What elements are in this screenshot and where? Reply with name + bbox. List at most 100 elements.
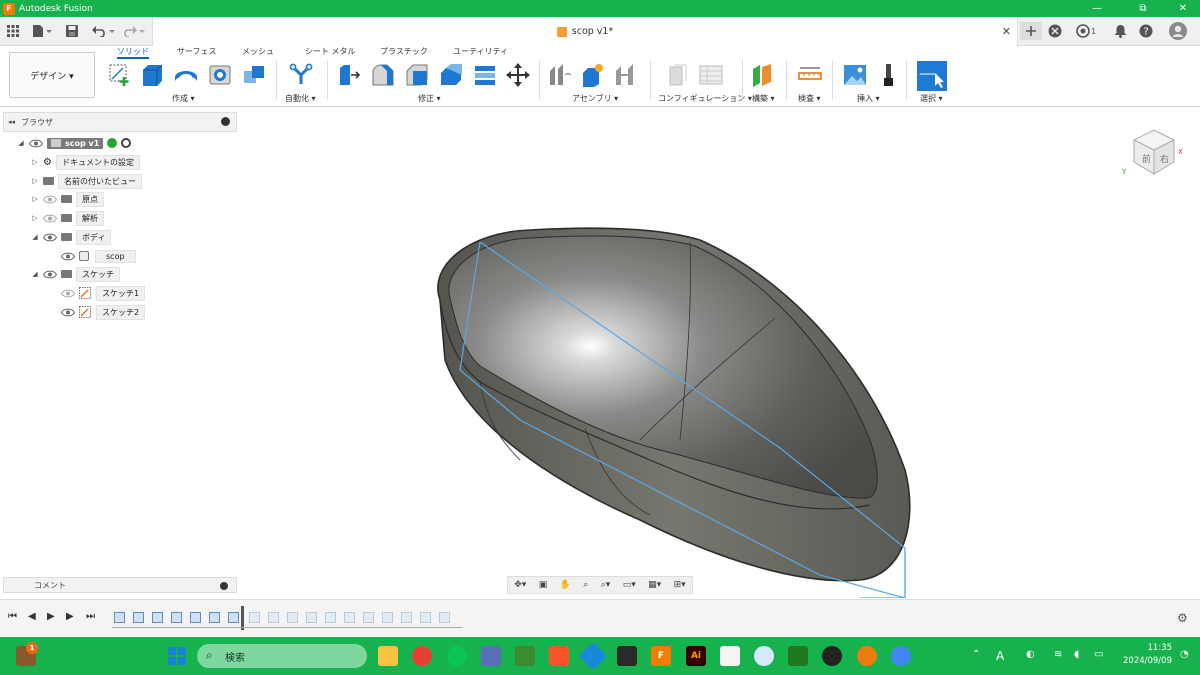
as-built-joint-icon[interactable] [614, 63, 638, 87]
expand-triangle-icon[interactable]: ▷ [31, 214, 39, 222]
automate-icon[interactable] [289, 63, 313, 87]
minimize-button[interactable]: — [1082, 0, 1112, 17]
visibility-eye-icon[interactable] [61, 252, 75, 261]
press-pull-icon[interactable] [337, 63, 361, 87]
tab-mesh[interactable]: メッシュ [242, 46, 274, 59]
grid-settings-icon[interactable]: ▦▾ [648, 580, 661, 590]
step-forward-icon[interactable]: ▶ [66, 611, 74, 622]
sync-icon[interactable]: ◐ [1026, 649, 1035, 660]
collapse-browser-icon[interactable]: ◂◂ [8, 118, 15, 126]
tree-row-named-views[interactable]: ▷ 名前の付いたビュー [31, 173, 142, 189]
tab-utilities[interactable]: ユーティリティ [453, 46, 508, 59]
timeline-feature-sketch[interactable] [114, 612, 125, 623]
pan-hand-icon[interactable]: ✋ [560, 580, 571, 590]
spreadsheet-icon[interactable] [788, 646, 808, 666]
fillet-icon[interactable] [371, 63, 395, 87]
expand-triangle-icon[interactable]: ▷ [31, 195, 39, 203]
tree-row-body-scop[interactable]: scop [61, 248, 136, 264]
redo-icon[interactable] [120, 22, 148, 40]
visibility-hidden-eye-icon[interactable] [61, 289, 75, 298]
line-app-icon[interactable] [447, 646, 467, 666]
file-explorer-icon[interactable] [378, 646, 398, 666]
tab-sheet-metal[interactable]: シート メタル [305, 46, 356, 59]
document-close-button[interactable]: ✕ [1002, 25, 1011, 38]
group-assemble-label[interactable]: アセンブリ ▾ [572, 93, 618, 104]
timeline-feature-suppressed[interactable] [249, 612, 260, 623]
collapse-triangle-icon[interactable]: ◢ [31, 270, 39, 278]
chrome-profile-icon[interactable] [891, 646, 911, 666]
tree-row-origin[interactable]: ▷ 原点 [31, 191, 104, 207]
create-sketch-icon[interactable] [108, 63, 132, 87]
help-icon[interactable]: ? [1137, 22, 1155, 40]
tree-row-bodies[interactable]: ◢ ボディ [31, 229, 112, 245]
tab-solid[interactable]: ソリッド [117, 46, 149, 59]
display-settings-icon[interactable]: ▭▾ [623, 580, 636, 590]
volume-icon[interactable]: ◖ [1074, 649, 1079, 660]
canvas-viewport[interactable] [240, 108, 1200, 598]
configure-icon[interactable] [666, 63, 690, 87]
tree-row-document-settings[interactable]: ▷ ⚙ ドキュメントの設定 [31, 154, 140, 170]
configuration-table-icon[interactable] [699, 63, 723, 87]
timeline-feature-sketch[interactable] [190, 612, 201, 623]
windows-start-icon[interactable] [167, 646, 187, 666]
group-automate-label[interactable]: 自動化 ▾ [285, 93, 316, 104]
shell-icon[interactable] [439, 63, 463, 87]
visibility-eye-icon[interactable] [29, 139, 43, 148]
user-avatar-icon[interactable] [1168, 22, 1188, 40]
file-menu-icon[interactable] [30, 22, 54, 40]
undo-icon[interactable] [90, 22, 118, 40]
root-component-label[interactable]: scop v1 [47, 137, 104, 149]
timeline-feature-suppressed[interactable] [401, 612, 412, 623]
timeline-feature-suppressed[interactable] [268, 612, 279, 623]
browser-header[interactable]: ◂◂ ブラウザ [3, 112, 237, 132]
visibility-hidden-eye-icon[interactable] [43, 195, 57, 204]
fusion-taskbar-icon[interactable]: F [651, 646, 671, 666]
extensions-icon[interactable] [1046, 22, 1064, 40]
minecraft-icon[interactable] [515, 646, 535, 666]
move-copy-icon[interactable] [506, 63, 530, 87]
joint-icon[interactable] [548, 63, 572, 87]
group-select-label[interactable]: 選択 ▾ [920, 93, 943, 104]
visibility-eye-icon[interactable] [43, 270, 57, 279]
davinci-icon[interactable] [822, 646, 842, 666]
construct-plane-icon[interactable] [751, 63, 775, 87]
view-cube[interactable]: 前 右 Y X [1120, 122, 1188, 182]
tree-row-sketches[interactable]: ◢ スケッチ [31, 266, 120, 282]
collapse-triangle-icon[interactable]: ◢ [17, 139, 25, 147]
battery-icon[interactable]: ▭ [1094, 649, 1103, 660]
split-body-icon[interactable] [473, 63, 497, 87]
brave-browser-icon[interactable] [549, 646, 569, 666]
tree-row-analysis[interactable]: ▷ 解析 [31, 210, 104, 226]
go-to-start-icon[interactable]: ⏮ [8, 611, 17, 622]
save-icon[interactable] [64, 22, 80, 40]
timeline-feature-extrude[interactable] [152, 612, 163, 623]
browser-pin-icon[interactable] [221, 117, 230, 126]
zoom-icon[interactable]: ⌕ [583, 580, 588, 590]
go-to-end-icon[interactable]: ⏭ [86, 611, 95, 622]
close-button[interactable]: ✕ [1168, 0, 1198, 17]
timeline-feature-suppressed[interactable] [325, 612, 336, 623]
illustrator-icon[interactable]: Ai [686, 646, 706, 666]
play-icon[interactable]: ▶ [47, 611, 55, 622]
timeline-feature-suppressed[interactable] [439, 612, 450, 623]
document-tab[interactable]: scop v1* ✕ [152, 17, 1018, 46]
measure-icon[interactable] [798, 63, 822, 87]
timeline-feature-suppressed[interactable] [344, 612, 355, 623]
viewcube-right-label[interactable]: 右 [1160, 153, 1169, 165]
notification-bell-icon[interactable]: ◔ [1180, 649, 1189, 660]
insert-mcmaster-icon[interactable] [876, 63, 900, 87]
expand-triangle-icon[interactable]: ▷ [31, 158, 39, 166]
timeline-feature-revolve[interactable] [133, 612, 144, 623]
workspace-switcher[interactable]: デザイン ▾ [9, 52, 95, 98]
blender-icon[interactable] [857, 646, 877, 666]
group-construct-label[interactable]: 構築 ▾ [752, 93, 775, 104]
chamfer-icon[interactable] [405, 63, 429, 87]
visibility-hidden-eye-icon[interactable] [43, 214, 57, 223]
inkscape-icon[interactable] [720, 646, 740, 666]
group-configuration-label[interactable]: コンフィギュレーション ▾ [658, 93, 752, 104]
timeline-feature-shell[interactable] [171, 612, 182, 623]
wifi-icon[interactable]: ≋ [1054, 649, 1062, 660]
maximize-button[interactable]: ⧉ [1128, 0, 1158, 17]
comments-panel[interactable]: コメント [3, 577, 237, 593]
sourcetree-icon[interactable] [578, 641, 608, 671]
